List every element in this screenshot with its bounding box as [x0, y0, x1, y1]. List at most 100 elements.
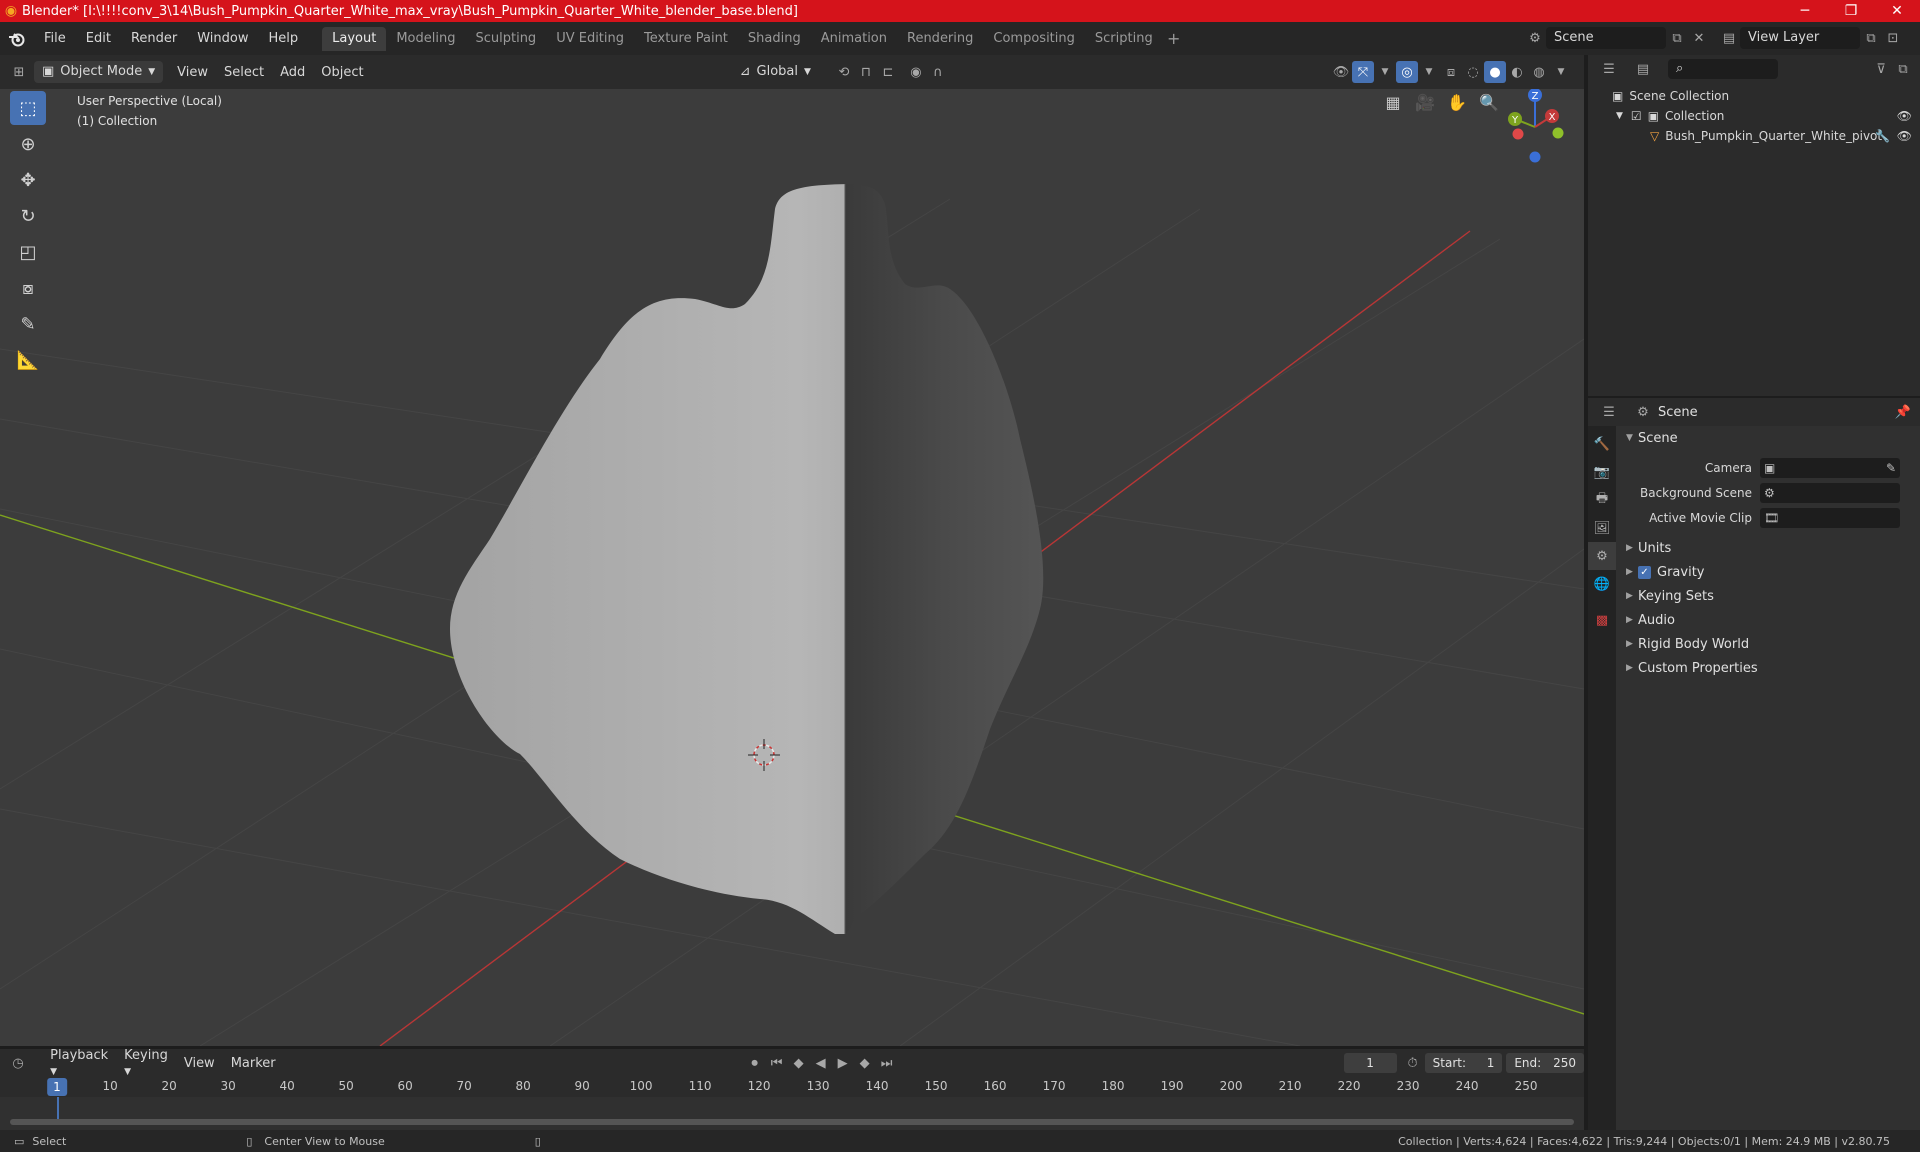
wireframe-shading-icon[interactable]: ◌ [1462, 61, 1484, 83]
toggle-grid-view-icon[interactable]: ▦ [1380, 89, 1406, 115]
menu-edit[interactable]: Edit [76, 27, 121, 51]
outliner-object[interactable]: ▽ Bush_Pumpkin_Quarter_White_pivot 🔧 👁 [1588, 126, 1920, 146]
solid-shading-icon[interactable]: ● [1484, 61, 1506, 83]
add-workspace-button[interactable]: + [1163, 29, 1185, 48]
tab-modeling[interactable]: Modeling [386, 27, 465, 51]
3d-viewport[interactable]: User Perspective (Local) (1) Collection … [0, 89, 1584, 1046]
outliner-editor-type-icon[interactable]: ☰ [1598, 58, 1620, 80]
section-scene[interactable]: ▼ Scene [1616, 426, 1920, 450]
current-frame-field[interactable]: 1 [1343, 1053, 1397, 1073]
view-layer-icon[interactable]: ▤ [1718, 27, 1740, 49]
timeline-editor-type-icon[interactable]: ◷ [10, 1052, 26, 1074]
play-icon[interactable]: ▶ [832, 1052, 854, 1074]
menu-keying[interactable]: Keying ▼ [116, 1048, 176, 1078]
proportional-edit-icon[interactable]: ◉ [905, 61, 927, 83]
gravity-checkbox[interactable]: ✓ [1638, 565, 1651, 579]
mode-dropdown[interactable]: ▣ Object Mode ▼ [34, 61, 164, 83]
pivot-point-icon[interactable]: ⟲ [833, 61, 855, 83]
world-tab-icon[interactable]: 🌐 [1588, 570, 1616, 598]
cursor-tool-icon[interactable]: ⊕ [10, 127, 46, 161]
visibility-eye-icon[interactable]: 👁 [1897, 109, 1912, 123]
tab-uv-editing[interactable]: UV Editing [546, 27, 634, 51]
pumpkin-mesh[interactable] [450, 184, 1044, 934]
menu-help[interactable]: Help [259, 27, 309, 51]
new-scene-icon[interactable]: ⧉ [1666, 27, 1688, 49]
active-movie-clip-field[interactable]: 🎞 [1760, 507, 1900, 528]
snap-target-icon[interactable]: ⊏ [877, 61, 899, 83]
tab-scripting[interactable]: Scripting [1085, 27, 1163, 51]
section-gravity[interactable]: ▶ ✓ Gravity [1616, 560, 1920, 584]
delete-scene-icon[interactable]: ✕ [1688, 27, 1710, 49]
close-button[interactable]: ✕ [1874, 0, 1920, 22]
collection-checkbox[interactable]: ☑ [1631, 109, 1642, 123]
texture-tab-icon[interactable]: ▩ [1588, 606, 1616, 634]
navigation-gizmo[interactable]: Z Y X [1500, 89, 1570, 165]
jump-keyframe-forward-icon[interactable]: ◆ [854, 1052, 876, 1074]
section-custom-properties[interactable]: ▶ Custom Properties [1616, 656, 1920, 680]
move-tool-icon[interactable]: ✥ [10, 163, 46, 197]
camera-view-icon[interactable]: 🎥 [1412, 89, 1438, 115]
tab-rendering[interactable]: Rendering [897, 27, 983, 51]
menu-select[interactable]: Select [216, 65, 272, 80]
properties-editor-type-icon[interactable]: ☰ [1598, 401, 1620, 423]
gizmo-toggle-icon[interactable]: ⤧ [1352, 61, 1374, 83]
menu-playback[interactable]: Playback ▼ [42, 1048, 116, 1078]
jump-end-icon[interactable]: ⏭ [876, 1052, 898, 1074]
jump-keyframe-back-icon[interactable]: ◆ [788, 1052, 810, 1074]
scene-icon[interactable]: ⚙ [1524, 27, 1546, 49]
delete-view-layer-icon[interactable]: ⊡ [1882, 27, 1904, 49]
select-box-tool-icon[interactable]: ⬚ [10, 91, 46, 125]
section-audio[interactable]: ▶ Audio [1616, 608, 1920, 632]
rendered-shading-icon[interactable]: ◍ [1528, 61, 1550, 83]
menu-window[interactable]: Window [187, 27, 258, 51]
scale-tool-icon[interactable]: ◰ [10, 235, 46, 269]
end-frame-field[interactable]: End: 250 [1506, 1053, 1584, 1073]
menu-file[interactable]: File [34, 27, 76, 51]
section-keying-sets[interactable]: ▶ Keying Sets [1616, 584, 1920, 608]
scene-field[interactable]: Scene [1546, 27, 1666, 49]
tab-layout[interactable]: Layout [322, 26, 387, 51]
expand-arrow-icon[interactable]: ▼ [1616, 111, 1623, 121]
frame-ruler[interactable]: 1 10 20 30 40 50 60 70 80 90 100 110 120 130 140 150 16… [0, 1077, 1584, 1097]
output-tab-icon[interactable]: 🖶 [1588, 486, 1616, 514]
transform-orientation-dropdown[interactable]: ⊿ Global ▼ [732, 61, 819, 83]
timeline-scrollbar[interactable] [10, 1119, 1574, 1125]
annotate-tool-icon[interactable]: ✎ [10, 307, 46, 341]
display-mode-icon[interactable]: ▤ [1632, 58, 1654, 80]
blender-menu-icon[interactable] [0, 31, 34, 47]
outliner-collection[interactable]: ▼ ☑ ▣ Collection 👁 [1588, 106, 1920, 126]
pin-icon[interactable]: 📌 [1892, 401, 1914, 423]
filter-icon[interactable]: ⊽ [1870, 58, 1892, 80]
menu-marker[interactable]: Marker [223, 1056, 284, 1071]
overlays-dropdown-icon[interactable]: ▼ [1418, 61, 1440, 83]
menu-render[interactable]: Render [121, 27, 187, 51]
record-icon[interactable]: ⏺ [744, 1052, 766, 1074]
background-scene-field[interactable]: ⚙ [1760, 482, 1900, 503]
timeline-body[interactable]: 1 10 20 30 40 50 60 70 80 90 100 110 120 130 140 150 16… [0, 1077, 1584, 1130]
shading-dropdown-icon[interactable]: ▼ [1550, 61, 1572, 83]
menu-add[interactable]: Add [272, 65, 313, 80]
transform-tool-icon[interactable]: ⧇ [10, 271, 46, 305]
pan-view-icon[interactable]: ✋ [1444, 89, 1470, 115]
view-layer-field[interactable]: View Layer [1740, 27, 1860, 49]
tab-shading[interactable]: Shading [738, 27, 811, 51]
new-collection-icon[interactable]: ⧉ [1892, 58, 1914, 80]
play-reverse-icon[interactable]: ◀ [810, 1052, 832, 1074]
xray-icon[interactable]: ⧈ [1440, 61, 1462, 83]
zoom-view-icon[interactable]: 🔍 [1476, 89, 1502, 115]
tool-tab-icon[interactable]: 🔨 [1588, 430, 1616, 458]
preview-range-icon[interactable]: ⏱ [1405, 1052, 1421, 1074]
material-shading-icon[interactable]: ◐ [1506, 61, 1528, 83]
visibility-eye-icon[interactable]: 👁 [1897, 129, 1912, 143]
menu-view[interactable]: View [169, 65, 216, 80]
gizmo-neg-x-handle[interactable] [1512, 128, 1524, 140]
eyedropper-icon[interactable]: ✎ [1886, 461, 1896, 475]
modifier-wrench-icon[interactable]: 🔧 [1875, 129, 1890, 143]
menu-object[interactable]: Object [313, 65, 371, 80]
render-tab-icon[interactable]: 📷 [1588, 458, 1616, 486]
camera-field[interactable]: ▣ ✎ [1760, 457, 1900, 478]
visibility-icon[interactable]: 👁 [1330, 61, 1352, 83]
scene-tab-icon[interactable]: ⚙ [1588, 542, 1616, 570]
outliner-search-input[interactable]: ⌕ [1668, 59, 1778, 79]
snap-icon[interactable]: ⊓ [855, 61, 877, 83]
